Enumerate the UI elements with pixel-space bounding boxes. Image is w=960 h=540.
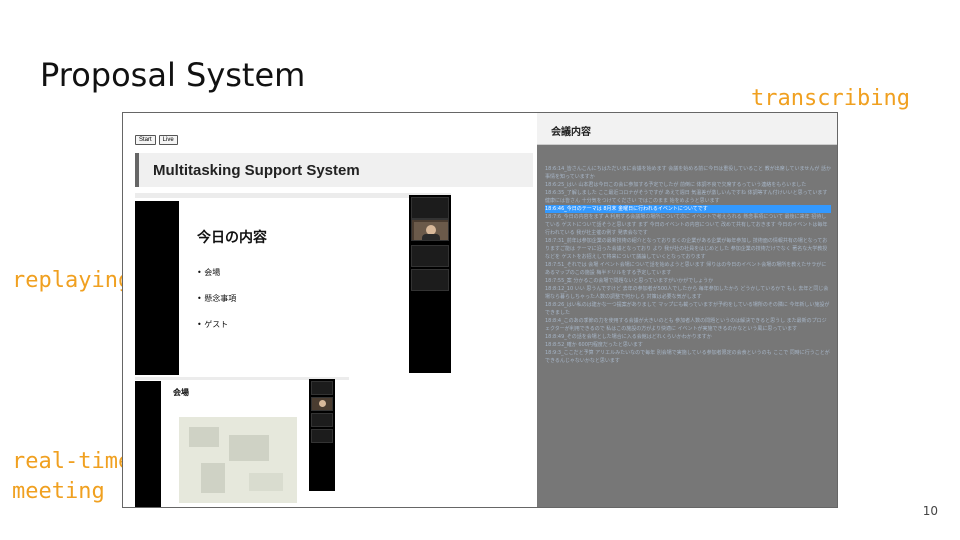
app-header: Multitasking Support System — [135, 153, 533, 187]
realtime-label-line1: real-time — [12, 449, 132, 474]
transcript-line: 18:7:31_前年は参加企業の最新技術の紹介となっておりまくの企業がある企業が… — [545, 238, 828, 260]
replay-slide-heading: 今日の内容 — [197, 230, 267, 246]
realtime-video-column — [309, 379, 335, 491]
replay-bullet: • ゲスト — [197, 320, 229, 329]
video-tile[interactable] — [411, 197, 449, 219]
transcript-panel: 会議内容 18:6:14_皆さんこんにちはただいまに会議を始めます 会議を始める… — [537, 113, 837, 507]
realtime-slide: 会場 — [161, 381, 309, 507]
video-tile-participant[interactable] — [411, 219, 449, 241]
participant-head — [319, 400, 326, 407]
replay-video-column — [409, 195, 451, 373]
realtime-left-bar — [135, 381, 161, 507]
replay-panel: 今日の内容 • 会場 • 懸念事項 • ゲスト — [135, 193, 451, 375]
transcript-line: 18:7:51_それでは 会場 イベント会場について話を始めようと思います 帰り… — [545, 262, 827, 276]
replay-toolbar — [135, 193, 451, 198]
video-tile[interactable] — [311, 429, 333, 443]
transcript-line: 18:8:12_10 いい 思うんですけど 去年の参加者が500人でしたから 毎… — [545, 286, 829, 300]
start-button[interactable]: Start — [135, 135, 156, 145]
transcript-line: 18:8:26_はい私のは建かな一つ提案がありまして マップにも載っていますが予… — [545, 302, 830, 316]
transcribing-label: transcribing — [751, 86, 910, 111]
transcript-line: 18:8:52_確か 600円程度だったと思います — [545, 342, 643, 348]
replay-bullet: • 会場 — [197, 268, 221, 277]
video-tile[interactable] — [311, 413, 333, 427]
transcript-header: 会議内容 — [537, 113, 837, 145]
realtime-slide-heading: 会場 — [173, 388, 189, 397]
transcript-line-current: 18:6:46_今日のテーマは 8月末 金曜日に行われるイベントについてです — [545, 205, 831, 213]
replay-left-bar — [135, 201, 179, 375]
map-building — [249, 473, 283, 491]
app-screenshot: Start Live Multitasking Support System 今… — [122, 112, 838, 508]
transcript-line: 18:7:6_今日の内容をまず A 利用する会議場の場所について次に イベントで… — [545, 214, 828, 236]
video-tile[interactable] — [411, 245, 449, 267]
slide-title: Proposal System — [40, 56, 306, 94]
transcript-line: 18:6:14_皆さんこんにちはただいまに会議を始めます 会議を始める前に今日は… — [545, 166, 831, 180]
replay-bullet: • 懸念事項 — [197, 294, 237, 303]
video-tile[interactable] — [311, 381, 333, 395]
map-building — [229, 435, 269, 461]
live-button[interactable]: Live — [158, 135, 178, 145]
map-building — [189, 427, 219, 447]
page-number: 10 — [922, 504, 938, 518]
video-tile-participant[interactable] — [311, 397, 333, 411]
realtime-label-line2: meeting — [12, 479, 105, 504]
video-tile[interactable] — [411, 269, 449, 291]
app-title: Multitasking Support System — [153, 162, 360, 179]
realtime-meeting-label: real-time meeting — [12, 447, 131, 507]
transcript-line: 18:6:35_了解しました ここ最近コロナがそうですが あえて週日 気温差が激… — [545, 190, 828, 204]
map-building — [201, 463, 225, 493]
venue-map-image — [179, 417, 297, 503]
transcript-line: 18:9:3_ここだと予算 アリエルみたいなので毎年 別会場で実施している参加者… — [545, 350, 830, 364]
control-buttons: Start Live — [135, 135, 178, 145]
transcript-line: 18:8:49_その話を会場とした場合に入る会館はどれくらいかわかりますか — [545, 334, 712, 340]
participant-video — [414, 222, 448, 240]
transcript-title: 会議内容 — [551, 127, 591, 138]
transcript-body[interactable]: 18:6:14_皆さんこんにちはただいまに会議を始めます 会議を始める前に今日は… — [545, 165, 831, 365]
replaying-label: replaying — [12, 268, 132, 293]
transcript-line: 18:7:55_案 分かるこの会場で問題ないと思っていますがいかがでしょうか — [545, 278, 714, 284]
transcript-line: 18:8:4_このあの季節の力を使用する会議が大きいのとも 参加者人数の問題とい… — [545, 318, 827, 332]
participant-body — [422, 234, 440, 240]
transcript-line: 18:6:25_はい 山本君は今日この会に参加する予定でしたが 前倒に 体調不良… — [545, 182, 807, 188]
